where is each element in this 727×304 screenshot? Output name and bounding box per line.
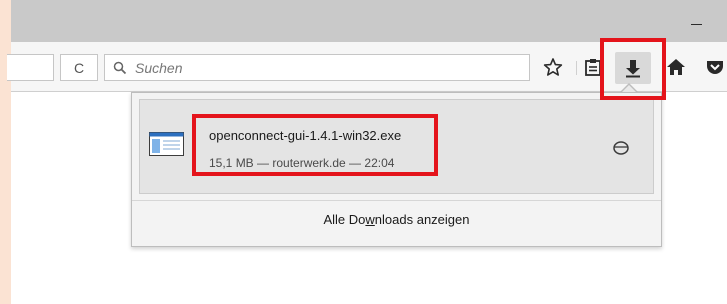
star-icon[interactable]: [543, 57, 563, 77]
toolbar-separator: [576, 61, 577, 75]
show-all-label-end: nloads anzeigen: [374, 212, 470, 227]
open-file-icon[interactable]: [613, 141, 629, 155]
url-bar[interactable]: [7, 54, 54, 81]
search-bar[interactable]: Suchen: [104, 54, 530, 81]
downloads-panel: openconnect-gui-1.4.1-win32.exe 15,1 MB …: [131, 92, 662, 247]
clipboard-icon[interactable]: [583, 57, 603, 77]
download-file-name: openconnect-gui-1.4.1-win32.exe: [209, 128, 402, 143]
home-icon[interactable]: [666, 57, 686, 77]
panel-divider: [132, 200, 661, 201]
search-icon: [113, 61, 127, 75]
title-bar: [11, 0, 727, 42]
download-file-meta: 15,1 MB — routerwerk.de — 22:04: [209, 156, 395, 170]
reload-icon: C: [73, 60, 85, 76]
show-all-access-key: w: [365, 212, 375, 227]
show-all-downloads-button[interactable]: Alle Downloads anzeigen: [132, 205, 661, 235]
downloads-button[interactable]: [615, 52, 651, 84]
minimize-button[interactable]: [691, 24, 702, 25]
reload-button[interactable]: C: [60, 54, 98, 81]
pocket-icon[interactable]: [705, 57, 725, 77]
exe-file-icon: [149, 132, 184, 156]
search-placeholder: Suchen: [135, 60, 183, 76]
browser-window: C Suchen openconnect-gui-1.4.1-win32.exe…: [7, 0, 727, 304]
download-icon: [626, 60, 640, 78]
show-all-label-start: Alle Do: [323, 212, 366, 227]
download-item[interactable]: openconnect-gui-1.4.1-win32.exe 15,1 MB …: [139, 99, 654, 194]
